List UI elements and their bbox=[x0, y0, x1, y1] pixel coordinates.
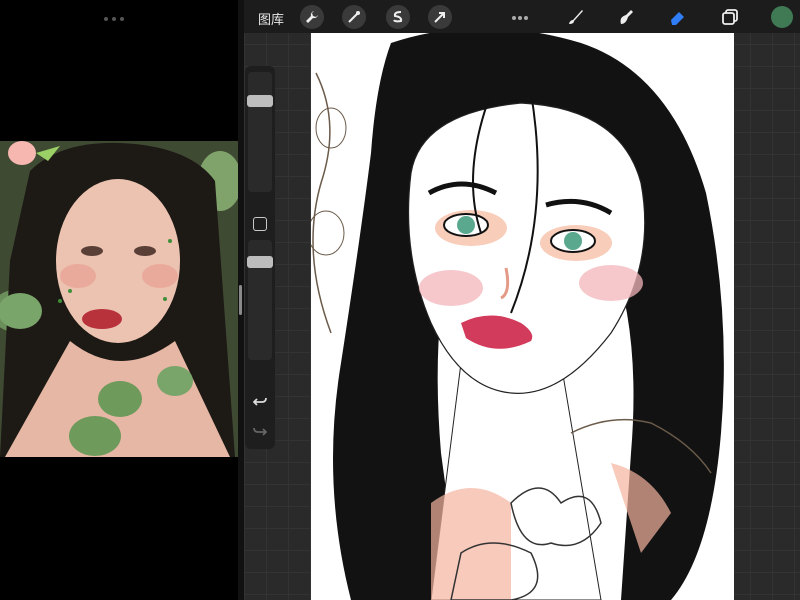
brush-size-thumb[interactable] bbox=[247, 95, 273, 107]
selection-icon[interactable] bbox=[386, 5, 410, 29]
split-view-handle[interactable] bbox=[104, 6, 134, 21]
brush-size-slider[interactable] bbox=[248, 72, 272, 192]
brush-icon[interactable] bbox=[564, 5, 588, 29]
drawing-canvas[interactable] bbox=[311, 33, 734, 600]
color-picker-button[interactable] bbox=[771, 6, 793, 28]
opacity-thumb[interactable] bbox=[247, 256, 273, 268]
transform-arrow-icon[interactable] bbox=[428, 5, 452, 29]
reference-pane bbox=[0, 0, 238, 600]
reference-photo-illustration bbox=[0, 141, 238, 457]
layers-icon[interactable] bbox=[718, 5, 742, 29]
undo-icon[interactable] bbox=[250, 391, 270, 411]
canvas-illustration bbox=[311, 33, 734, 600]
split-divider-grip[interactable] bbox=[239, 285, 242, 315]
square-modify-icon[interactable] bbox=[253, 217, 267, 231]
smudge-icon[interactable] bbox=[614, 5, 638, 29]
eraser-icon[interactable] bbox=[666, 5, 690, 29]
reference-photo bbox=[0, 141, 238, 457]
magic-wand-icon[interactable] bbox=[342, 5, 366, 29]
more-options-icon[interactable] bbox=[512, 5, 532, 20]
redo-icon[interactable] bbox=[250, 421, 270, 441]
gallery-button[interactable]: 图库 bbox=[258, 9, 284, 28]
wrench-icon[interactable] bbox=[300, 5, 324, 29]
